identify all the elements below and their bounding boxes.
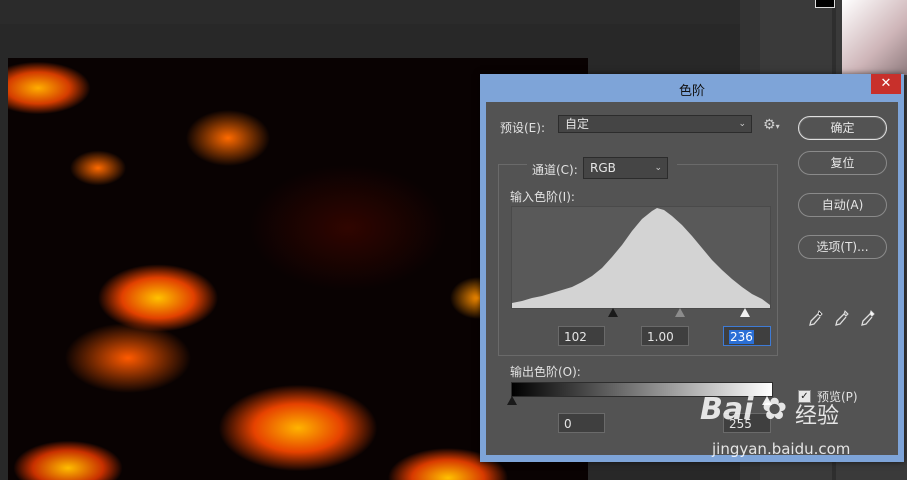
input-black-field[interactable]: 102 [558, 326, 605, 346]
foreground-color-swatch[interactable] [815, 0, 835, 8]
close-icon: ✕ [880, 76, 892, 91]
black-eyedropper-icon[interactable] [808, 309, 824, 327]
output-black-handle[interactable] [507, 396, 517, 405]
watermark-brand: Bai [700, 392, 754, 427]
preset-select[interactable]: 自定 ⌄ [558, 115, 752, 133]
chevron-down-icon: ⌄ [738, 119, 746, 129]
paw-icon: ✿ [762, 392, 788, 427]
input-black-value: 102 [564, 330, 587, 344]
gray-eyedropper-icon[interactable] [834, 309, 850, 327]
input-gamma-field[interactable]: 1.00 [641, 326, 689, 346]
preset-label: 预设(E): [500, 121, 545, 135]
output-black-field[interactable]: 0 [558, 413, 605, 433]
dialog-titlebar[interactable]: 色阶 ✕ [480, 74, 904, 102]
output-levels-label: 输出色阶(O): [510, 365, 581, 379]
output-black-value: 0 [564, 417, 572, 431]
close-button[interactable]: ✕ [871, 74, 901, 94]
white-point-handle[interactable] [740, 308, 750, 317]
input-levels-label: 输入色阶(I): [510, 190, 575, 204]
levels-dialog: 色阶 ✕ 预设(E): 自定 ⌄ ⚙▾ 通道(C): RGB ⌄ 输入色阶(I)… [480, 74, 904, 462]
preset-value: 自定 [565, 117, 590, 131]
color-picker-field[interactable] [842, 0, 907, 75]
gamma-handle[interactable] [675, 308, 685, 317]
white-eyedropper-icon[interactable] [860, 309, 876, 327]
options-button[interactable]: 选项(T)... [798, 235, 887, 259]
histogram-graph [512, 208, 770, 308]
histogram [511, 206, 771, 309]
histogram-shape [512, 208, 770, 308]
black-point-handle[interactable] [608, 308, 618, 317]
chevron-down-icon: ⌄ [654, 163, 662, 173]
gear-icon[interactable]: ⚙▾ [763, 117, 780, 133]
input-white-value: 236 [729, 330, 754, 344]
channel-select[interactable]: RGB ⌄ [583, 157, 668, 179]
watermark-url: jingyan.baidu.com [712, 440, 851, 458]
input-gamma-value: 1.00 [647, 330, 674, 344]
channel-label: 通道(C): [532, 163, 578, 177]
channel-value: RGB [590, 161, 616, 175]
reset-button[interactable]: 复位 [798, 151, 887, 175]
input-levels-slider[interactable] [511, 308, 769, 318]
document-tab-bar [0, 0, 740, 24]
dialog-title: 色阶 [678, 84, 705, 99]
watermark-brand2: 经验 [795, 404, 840, 429]
input-white-field[interactable]: 236 [723, 326, 771, 346]
auto-button[interactable]: 自动(A) [798, 193, 887, 217]
ok-button[interactable]: 确定 [798, 116, 887, 140]
